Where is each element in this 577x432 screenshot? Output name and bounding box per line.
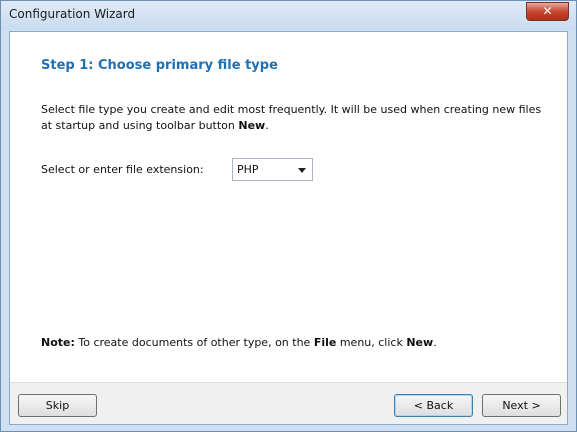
close-icon: ✕ [542, 4, 553, 18]
next-button[interactable]: Next > [482, 394, 561, 417]
wizard-window: Configuration Wizard ✕ Step 1: Choose pr… [0, 0, 577, 432]
note-part3: . [433, 336, 437, 349]
close-button[interactable]: ✕ [526, 2, 569, 21]
window-title: Configuration Wizard [9, 7, 136, 21]
wizard-client-area: Step 1: Choose primary file type Select … [9, 31, 568, 425]
wizard-page: Step 1: Choose primary file type Select … [10, 32, 567, 382]
title-bar: Configuration Wizard ✕ [1, 1, 576, 30]
description-new-keyword: New [238, 119, 266, 132]
step-description: Select file type you create and edit mos… [41, 102, 546, 134]
note-menu-name: File [313, 336, 337, 349]
chevron-down-icon[interactable] [298, 168, 306, 173]
step-title: Step 1: Choose primary file type [41, 58, 278, 73]
note-label: Note: [41, 336, 75, 349]
back-button[interactable]: < Back [394, 394, 473, 417]
note-item-name: New [406, 336, 434, 349]
description-period: . [265, 119, 269, 132]
button-bar: Skip < Back Next > [10, 382, 567, 424]
description-text: Select file type you create and edit mos… [41, 103, 542, 132]
note-text: Note: To create documents of other type,… [41, 336, 437, 349]
skip-button[interactable]: Skip [18, 394, 97, 417]
extension-label: Select or enter file extension: [41, 163, 204, 176]
extension-value: PHP [237, 163, 259, 176]
note-part2: menu, click [336, 336, 407, 349]
extension-combobox[interactable]: PHP [232, 158, 313, 181]
note-part1: To create documents of other type, on th… [74, 336, 314, 349]
